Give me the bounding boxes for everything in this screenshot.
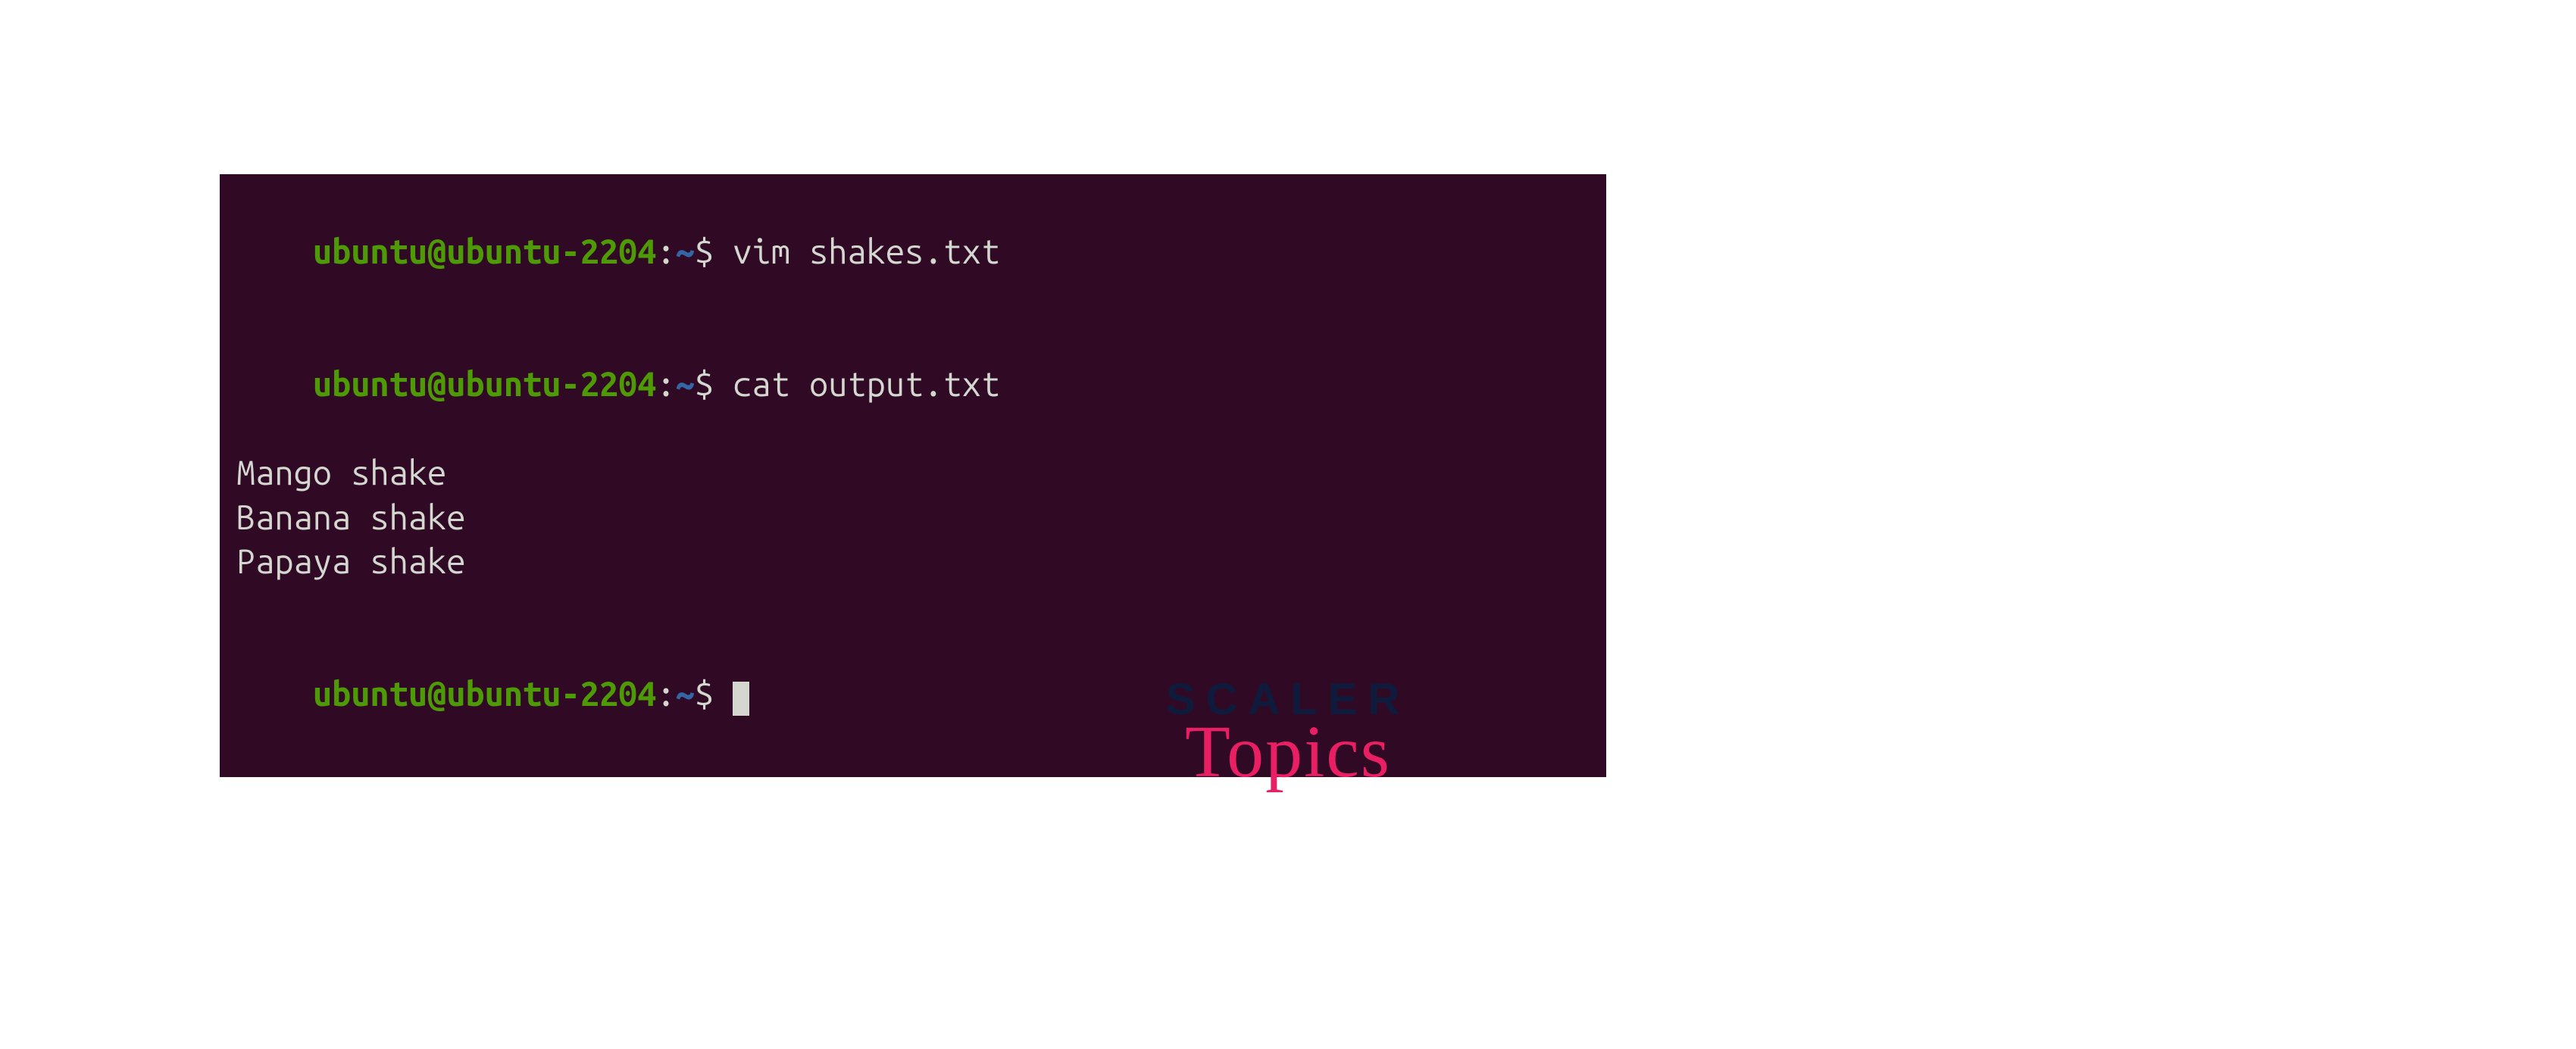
output-line: Papaya shake: [236, 539, 1590, 584]
user-host: ubuntu@ubuntu-2204: [313, 232, 657, 270]
output-line: Banana shake: [236, 495, 1590, 540]
prompt-path: ~: [676, 232, 695, 270]
prompt-colon: :: [656, 674, 675, 713]
brand-logo: SCALER Topics: [1166, 674, 1410, 795]
blank-line: [236, 584, 1590, 628]
prompt-colon: :: [656, 232, 675, 270]
user-host: ubuntu@ubuntu-2204: [313, 674, 657, 713]
prompt-line-2: ubuntu@ubuntu-2204:~$ cat output.txt: [236, 318, 1590, 451]
prompt-path: ~: [676, 364, 695, 403]
cursor-icon[interactable]: [733, 682, 749, 716]
output-line: Mango shake: [236, 451, 1590, 495]
command-text: vim shakes.txt: [733, 232, 1000, 270]
prompt-path: ~: [676, 674, 695, 713]
prompt-dollar: $: [695, 232, 733, 270]
logo-text-sub: Topics: [1166, 710, 1410, 795]
prompt-colon: :: [656, 364, 675, 403]
user-host: ubuntu@ubuntu-2204: [313, 364, 657, 403]
prompt-dollar: $: [695, 364, 733, 403]
prompt-dollar: $: [695, 674, 733, 713]
prompt-line-1: ubuntu@ubuntu-2204:~$ vim shakes.txt: [236, 185, 1590, 318]
command-text: cat output.txt: [733, 364, 1000, 403]
